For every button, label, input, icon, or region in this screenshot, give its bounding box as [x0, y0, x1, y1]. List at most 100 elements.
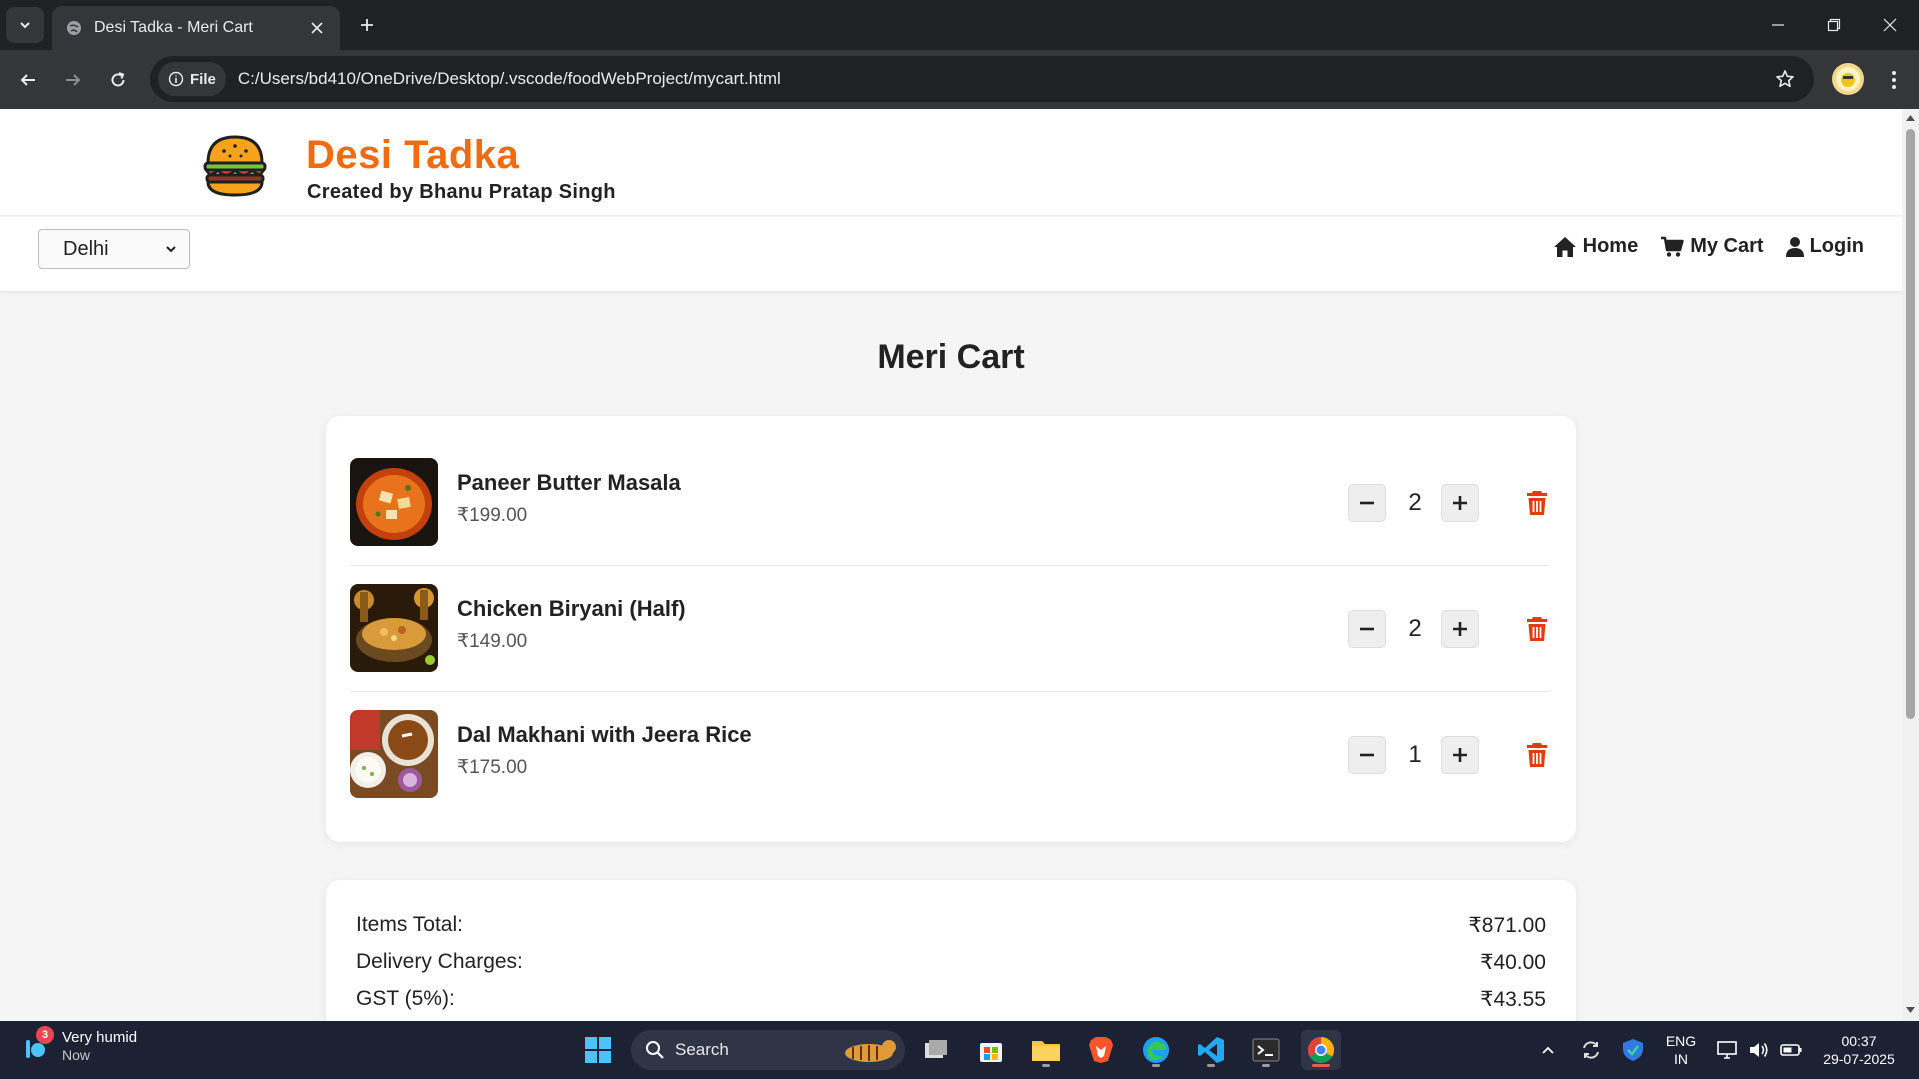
cart-items-card: Paneer Butter Masala ₹199.00 2 Chicken B… — [326, 416, 1576, 842]
sync-tray-icon[interactable] — [1580, 1021, 1602, 1079]
scroll-up-arrow-icon[interactable] — [1905, 113, 1916, 123]
remove-item-button[interactable] — [1520, 738, 1554, 772]
chrome-icon — [1307, 1036, 1335, 1064]
page-scrollbar[interactable] — [1902, 109, 1919, 1021]
brand-name: Desi Tadka — [306, 133, 520, 177]
summary-delivery-row: Delivery Charges: ₹40.00 — [356, 950, 1546, 975]
running-indicator — [1152, 1064, 1160, 1067]
file-explorer-button[interactable] — [1026, 1030, 1066, 1070]
increase-qty-button[interactable] — [1441, 610, 1479, 648]
item-quantity: 1 — [1408, 741, 1422, 768]
weather-widget[interactable]: 3 Very humid Now — [20, 1025, 137, 1063]
browser-toolbar: File C:/Users/bd410/OneDrive/Desktop/.vs… — [0, 50, 1919, 109]
plus-icon — [1453, 496, 1467, 510]
cart-item: Chicken Biryani (Half) ₹149.00 2 — [350, 566, 1550, 692]
address-bar[interactable]: File C:/Users/bd410/OneDrive/Desktop/.vs… — [150, 56, 1814, 102]
nav-login-link[interactable]: Login — [1785, 235, 1864, 258]
active-indicator — [1312, 1064, 1330, 1067]
item-price: ₹199.00 — [457, 505, 528, 526]
running-indicator — [1207, 1064, 1215, 1067]
globe-icon — [67, 21, 81, 35]
clock[interactable]: 00:37 29-07-2025 — [1814, 1021, 1904, 1079]
minimize-button[interactable] — [1750, 0, 1806, 50]
remove-item-button[interactable] — [1520, 612, 1554, 646]
vscode-button[interactable] — [1191, 1030, 1231, 1070]
remove-item-button[interactable] — [1520, 486, 1554, 520]
shield-icon — [1623, 1039, 1643, 1061]
item-name: Paneer Butter Masala — [457, 470, 681, 495]
nav-login-label: Login — [1809, 235, 1864, 257]
url-text[interactable]: C:/Users/bd410/OneDrive/Desktop/.vscode/… — [238, 69, 1768, 89]
increase-qty-button[interactable] — [1441, 736, 1479, 774]
restore-button[interactable] — [1806, 0, 1862, 50]
item-price: ₹175.00 — [457, 757, 528, 778]
nav-home-link[interactable]: Home — [1553, 235, 1638, 258]
weather-icon: 3 — [20, 1025, 54, 1062]
avatar-icon — [1836, 67, 1860, 91]
browser-menu-button[interactable] — [1876, 62, 1912, 98]
chevron-down-icon — [20, 22, 30, 29]
reload-button[interactable] — [100, 62, 136, 98]
store-app-button[interactable] — [971, 1030, 1011, 1070]
security-tray-icon[interactable] — [1622, 1021, 1644, 1079]
bookmark-button[interactable] — [1768, 62, 1802, 96]
new-tab-button[interactable] — [352, 10, 382, 40]
terminal-button[interactable] — [1246, 1030, 1286, 1070]
taskbar-search[interactable]: Search — [631, 1030, 905, 1070]
task-view-button[interactable] — [916, 1030, 956, 1070]
running-indicator — [1042, 1064, 1050, 1067]
clock-time: 00:37 — [1841, 1033, 1877, 1049]
city-select[interactable]: Delhi — [38, 229, 190, 269]
search-icon — [646, 1041, 664, 1059]
delivery-label: Delivery Charges: — [356, 950, 523, 973]
star-icon — [1776, 70, 1794, 88]
folder-icon — [1032, 1041, 1060, 1061]
taskbar-search-label: Search — [675, 1040, 729, 1059]
food-image-biryani — [350, 584, 438, 672]
decrease-qty-button[interactable] — [1348, 484, 1386, 522]
decrease-qty-button[interactable] — [1348, 736, 1386, 774]
trash-icon — [1527, 743, 1547, 767]
profile-avatar[interactable] — [1832, 63, 1864, 95]
tab-close-button[interactable] — [304, 15, 330, 41]
clock-date: 29-07-2025 — [1823, 1051, 1895, 1067]
brave-lion-icon — [1089, 1037, 1113, 1063]
task-view-icon — [925, 1040, 947, 1058]
site-info-chip[interactable]: File — [158, 62, 226, 96]
system-status-group[interactable] — [1716, 1021, 1802, 1079]
more-vertical-icon — [1892, 71, 1896, 89]
network-icon — [1717, 1041, 1737, 1059]
item-name: Chicken Biryani (Half) — [457, 596, 686, 621]
site-header: Desi Tadka Created by Bhanu Pratap Singh — [0, 109, 1902, 216]
nav-links: Home My Cart Login — [1553, 235, 1864, 258]
chrome-button[interactable] — [1301, 1030, 1341, 1070]
scroll-down-arrow-icon[interactable] — [1905, 1005, 1916, 1015]
show-hidden-icons-button[interactable] — [1540, 1021, 1556, 1079]
tab-search-button[interactable] — [6, 7, 44, 43]
close-icon — [311, 22, 323, 34]
edge-browser-button[interactable] — [1136, 1030, 1176, 1070]
start-button[interactable] — [578, 1030, 618, 1070]
tab-active[interactable]: Desi Tadka - Meri Cart — [52, 6, 340, 50]
reload-icon — [111, 72, 125, 87]
brave-browser-button[interactable] — [1081, 1030, 1121, 1070]
minus-icon — [1360, 627, 1374, 631]
summary-gst-row: GST (5%): ₹43.55 — [356, 987, 1546, 1012]
trash-icon — [1527, 491, 1547, 515]
tab-title: Desi Tadka - Meri Cart — [94, 19, 253, 36]
back-button[interactable] — [10, 62, 46, 98]
close-window-button[interactable] — [1862, 0, 1918, 50]
sync-icon — [1583, 1041, 1599, 1059]
running-indicator — [1262, 1064, 1270, 1067]
scrollbar-thumb[interactable] — [1906, 129, 1915, 719]
order-summary-card: Items Total: ₹871.00 Delivery Charges: ₹… — [326, 880, 1576, 1021]
trash-icon — [1527, 617, 1547, 641]
nav-cart-link[interactable]: My Cart — [1660, 235, 1764, 258]
minus-icon — [1360, 753, 1374, 757]
language-indicator[interactable]: ENG IN — [1664, 1021, 1698, 1079]
edge-icon — [1143, 1037, 1169, 1063]
increase-qty-button[interactable] — [1441, 484, 1479, 522]
forward-button[interactable] — [55, 62, 91, 98]
decrease-qty-button[interactable] — [1348, 610, 1386, 648]
plus-icon — [1453, 622, 1467, 636]
